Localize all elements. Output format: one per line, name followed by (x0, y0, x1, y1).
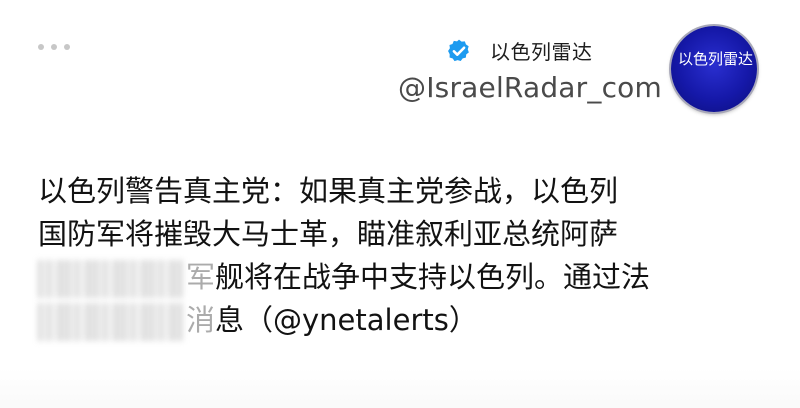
more-options-icon[interactable] (38, 42, 74, 52)
post-line-1: 以色列警告真主党：如果真主党参战，以色列 (38, 174, 619, 208)
redacted-text-block (38, 260, 184, 298)
verified-badge-icon (448, 39, 469, 61)
post-line-3-text: 舰将在战争中支持以色列。通过法 (215, 260, 651, 294)
post-line-4-partial: 消 (186, 303, 216, 337)
post-card: 以色列雷达 @IsraelRadar_com 以色列雷达 以色列警告真主党：如果… (0, 0, 800, 408)
more-dot (51, 44, 57, 50)
post-text: 以色列警告真主党：如果真主党参战，以色列 国防军将摧毁大马士革，瞄准叙利亚总统阿… (38, 170, 758, 342)
post-line-3-partial: 军 (186, 260, 216, 294)
post-line-4-text: 息（@ynetalerts） (215, 303, 478, 337)
author-name-row: 以色列雷达 (446, 36, 593, 65)
more-dot (38, 44, 44, 50)
author-handle[interactable]: @IsraelRadar_com (398, 71, 662, 104)
author-display-name[interactable]: 以色列雷达 (490, 36, 593, 65)
avatar-label: 以色列雷达 (678, 50, 754, 68)
redacted-text-block (38, 303, 184, 341)
bottom-fade (0, 368, 800, 408)
post-line-3: 军舰将在战争中支持以色列。通过法 (38, 256, 758, 299)
post-line-4: 消息（@ynetalerts） (38, 299, 758, 342)
post-line-2: 国防军将摧毁大马士革，瞄准叙利亚总统阿萨 (38, 217, 619, 251)
more-dot (64, 44, 70, 50)
avatar[interactable]: 以色列雷达 (671, 26, 757, 112)
